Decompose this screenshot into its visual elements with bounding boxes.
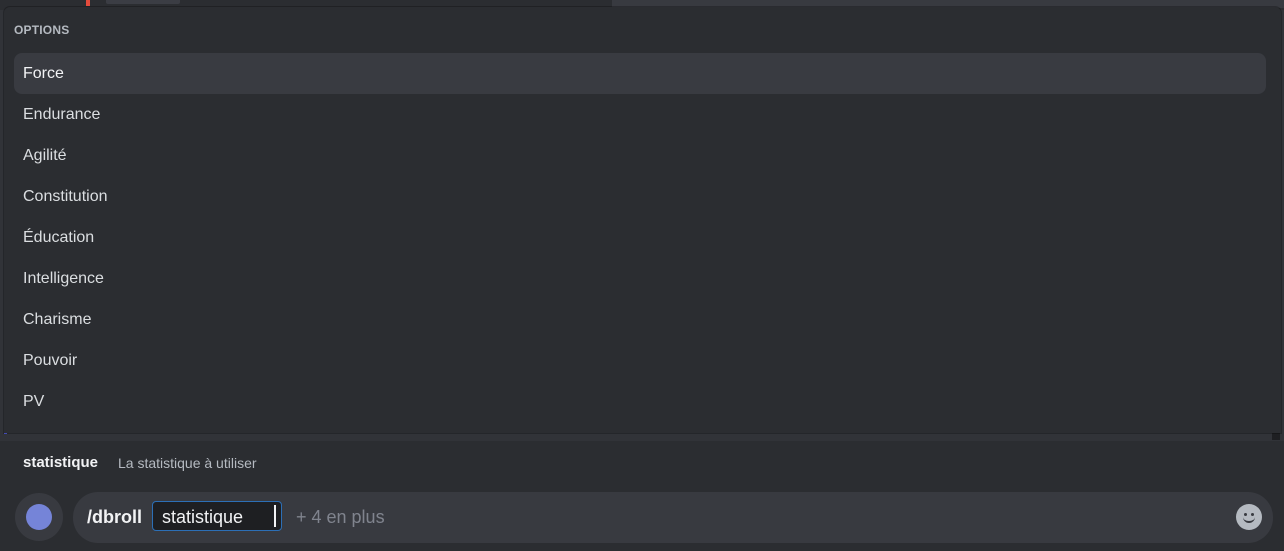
message-accent-bar [86, 0, 90, 6]
parameter-label: statistique [162, 507, 244, 527]
app-icon[interactable] [15, 493, 63, 541]
option-item[interactable]: Constitution [14, 176, 1266, 217]
autocomplete-popup: OPTIONS Force Endurance Agilité Constitu… [4, 7, 1281, 433]
option-item[interactable]: Charisme [14, 299, 1266, 340]
option-item[interactable]: Agilité [14, 135, 1266, 176]
option-item[interactable]: Pouvoir [14, 340, 1266, 381]
option-item[interactable]: Intelligence [14, 258, 1266, 299]
bot-avatar-icon [26, 504, 52, 530]
parameter-description: La statistique à utiliser [118, 455, 257, 471]
parameter-hint-bar: statistique La statistique à utiliser [0, 441, 1284, 483]
option-list: Force Endurance Agilité Constitution Édu… [14, 53, 1266, 422]
parameter-name: statistique [23, 454, 99, 471]
parameter-input[interactable]: statistique [152, 501, 282, 531]
option-item[interactable]: Force [14, 53, 1266, 94]
message-fragment [106, 0, 180, 4]
command-name: /dbroll [87, 507, 142, 527]
option-item[interactable]: Endurance [14, 94, 1266, 135]
message-composer[interactable]: /dbroll statistique + 4 en plus [73, 492, 1273, 543]
smiley-icon[interactable] [1236, 504, 1262, 530]
more-params-hint[interactable]: + 4 en plus [296, 507, 385, 528]
option-item[interactable]: PV [14, 381, 1266, 422]
text-caret [274, 505, 276, 527]
option-item[interactable]: Éducation [14, 217, 1266, 258]
popup-header: OPTIONS [14, 23, 70, 37]
